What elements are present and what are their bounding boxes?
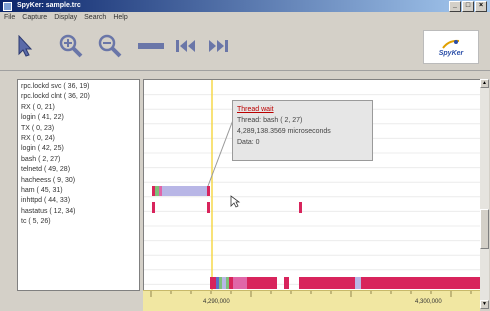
event-segment[interactable] — [155, 186, 159, 196]
app-icon — [3, 2, 12, 11]
event-segment[interactable] — [159, 186, 162, 196]
tooltip-thread: Thread: bash ( 2, 27) — [237, 117, 303, 124]
process-list-item[interactable]: TX ( 0, 23) — [21, 124, 139, 134]
bar-button[interactable] — [136, 33, 166, 59]
vertical-scrollbar[interactable]: ▲ ▼ — [480, 79, 489, 309]
tc-events[interactable] — [210, 277, 480, 289]
tick-label: 4,300,000 — [415, 299, 442, 305]
event-segment[interactable] — [229, 277, 233, 289]
event-segment[interactable] — [162, 186, 207, 196]
process-list-item[interactable]: rpc.lockd svc ( 36, 19) — [21, 82, 139, 92]
time-axis[interactable]: 4,290,000 4,300,000 — [143, 290, 480, 311]
zoom-out-icon — [98, 34, 122, 58]
scroll-up-button[interactable]: ▲ — [480, 79, 489, 88]
rewind-button[interactable] — [174, 33, 198, 59]
event-segment[interactable] — [207, 186, 210, 196]
process-list-item[interactable]: bash ( 2, 27) — [21, 155, 139, 165]
menu-capture[interactable]: Capture — [22, 12, 47, 23]
menu-search[interactable]: Search — [84, 12, 106, 23]
window-controls: _ □ × — [449, 1, 487, 12]
event-segment[interactable] — [299, 277, 355, 289]
event-segment[interactable] — [247, 277, 277, 289]
process-list-item[interactable]: login ( 42, 25) — [21, 144, 139, 154]
process-list-item[interactable]: hacheess ( 9, 30) — [21, 176, 139, 186]
tooltip-time: 4,289,138.3569 microseconds — [237, 128, 331, 135]
event-segment[interactable] — [216, 277, 219, 289]
tick-label: 4,290,000 — [203, 299, 230, 305]
process-list-item[interactable]: tc ( 5, 26) — [21, 217, 139, 227]
zoom-in-button[interactable] — [58, 33, 84, 59]
event-segment[interactable] — [207, 202, 210, 213]
event-segment[interactable] — [152, 202, 155, 213]
logo-text: SpyKer — [438, 49, 464, 57]
toolbar: SpyKer — [0, 23, 490, 71]
process-list-item[interactable]: telnetd ( 49, 28) — [21, 165, 139, 175]
process-list-item[interactable]: ham ( 45, 31) — [21, 186, 139, 196]
logo-swoosh-icon — [442, 39, 460, 49]
fast-forward-icon — [209, 40, 228, 52]
minimize-button[interactable]: _ — [449, 1, 461, 12]
process-list-item[interactable]: hastatus ( 12, 34) — [21, 207, 139, 217]
scroll-thumb[interactable] — [480, 209, 489, 249]
bar-icon — [138, 43, 164, 49]
spyker-logo: SpyKer — [423, 30, 479, 64]
close-button[interactable]: × — [475, 1, 487, 12]
process-list-item[interactable]: rpc.lockd clnt ( 36, 20) — [21, 92, 139, 102]
rewind-icon — [176, 40, 195, 52]
maximize-button[interactable]: □ — [462, 1, 474, 12]
tooltip-data: Data: 0 — [237, 139, 260, 146]
process-list[interactable]: rpc.lockd svc ( 36, 19) rpc.lockd clnt ( … — [17, 79, 140, 291]
fast-forward-button[interactable] — [206, 33, 230, 59]
event-segment[interactable] — [219, 277, 222, 289]
event-segment[interactable] — [284, 277, 289, 289]
zoom-out-button[interactable] — [97, 33, 123, 59]
menu-file[interactable]: File — [4, 12, 15, 23]
zoom-in-icon — [59, 34, 83, 58]
process-list-item[interactable]: RX ( 0, 21) — [21, 103, 139, 113]
menu-bar: File Capture Display Search Help — [0, 12, 490, 23]
pointer-button[interactable] — [14, 33, 36, 59]
event-segment[interactable] — [222, 277, 226, 289]
tooltip-title: Thread wait — [237, 106, 274, 113]
event-segment[interactable] — [210, 277, 216, 289]
process-list-item[interactable]: RX ( 0, 24) — [21, 134, 139, 144]
bash-events[interactable] — [152, 186, 210, 196]
event-tooltip: Thread wait Thread: bash ( 2, 27) 4,289,… — [232, 100, 373, 161]
title-bar: SpyKer: sample.trc _ □ × — [0, 0, 490, 12]
process-list-item[interactable]: login ( 41, 22) — [21, 113, 139, 123]
menu-help[interactable]: Help — [113, 12, 127, 23]
mouse-cursor-icon — [230, 195, 241, 208]
scroll-down-button[interactable]: ▼ — [480, 300, 489, 309]
event-segment[interactable] — [355, 277, 361, 289]
event-segment[interactable] — [226, 277, 229, 289]
pointer-icon — [18, 35, 33, 57]
event-segment[interactable] — [233, 277, 247, 289]
event-segment[interactable] — [152, 186, 155, 196]
event-segment[interactable] — [361, 277, 480, 289]
menu-display[interactable]: Display — [54, 12, 77, 23]
event-segment[interactable] — [299, 202, 302, 213]
process-list-item[interactable]: inhttpd ( 44, 33) — [21, 196, 139, 206]
time-axis-ticks — [150, 291, 472, 297]
window-title: SpyKer: sample.trc — [16, 2, 81, 9]
